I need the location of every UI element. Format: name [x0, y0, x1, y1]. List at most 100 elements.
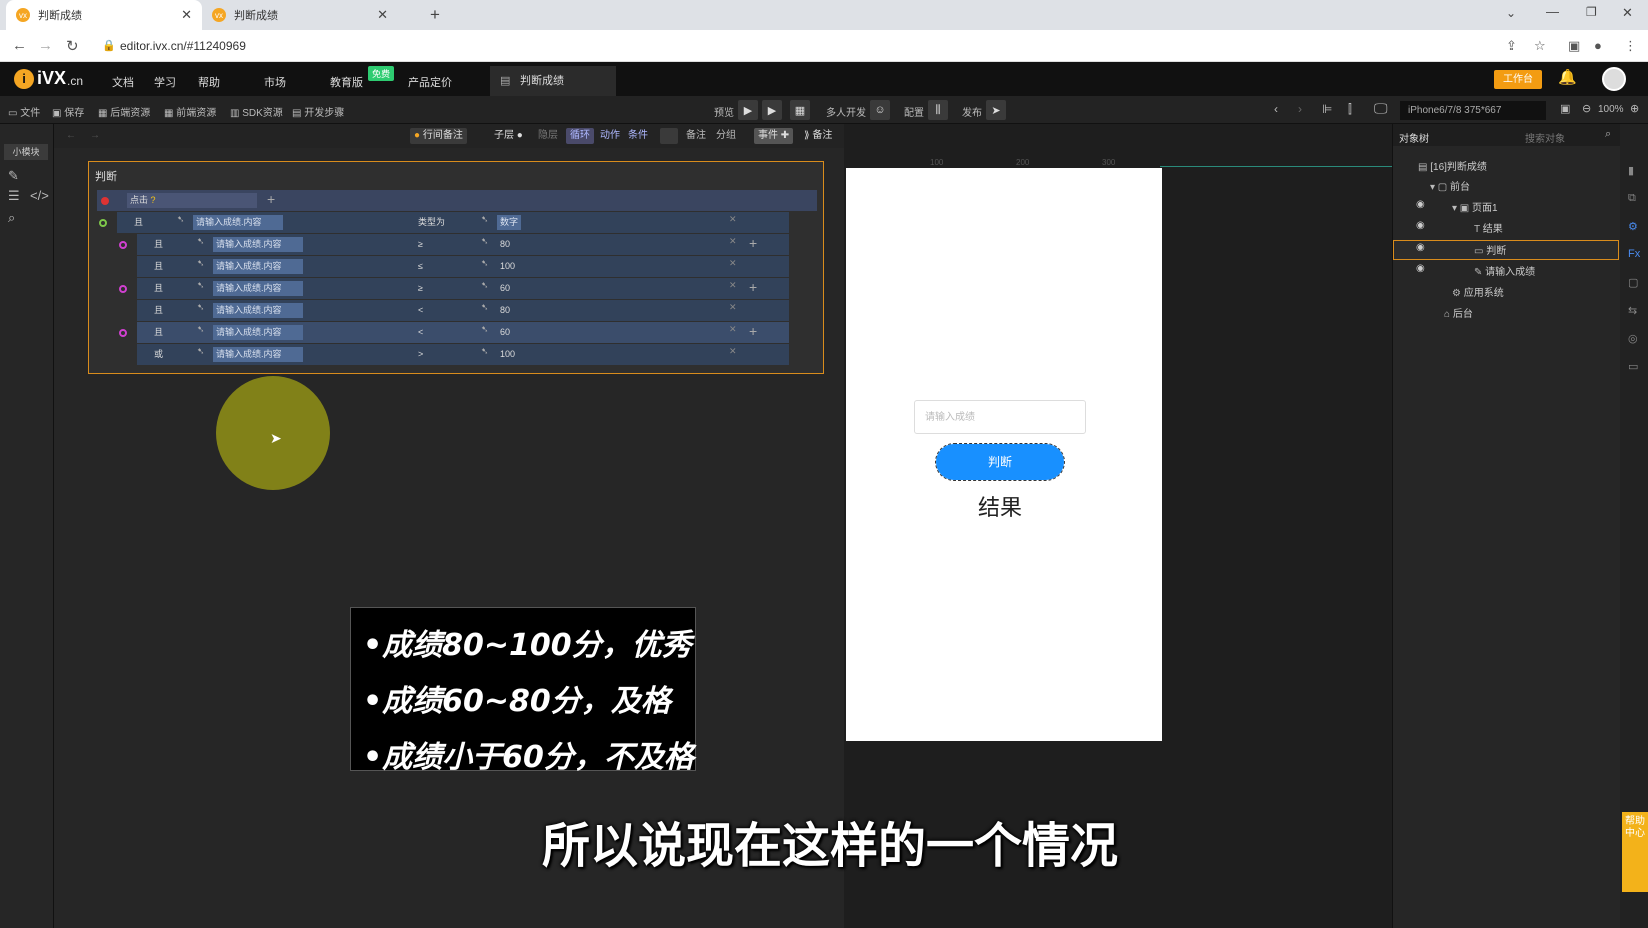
remarks-button[interactable]: ⟫ 备注	[800, 128, 836, 144]
tree-item[interactable]: ⌂ 后台	[1444, 305, 1473, 320]
pick-target-icon[interactable]: ➷	[197, 302, 205, 313]
tree-item[interactable]: T 结果	[1474, 220, 1503, 235]
conjunction-select[interactable]: 且	[131, 215, 171, 230]
minimize-icon[interactable]: —	[1546, 4, 1559, 19]
tree-item[interactable]: ▭ 判断	[1474, 242, 1506, 257]
value-field[interactable]: 80	[497, 237, 557, 252]
add-condition-icon[interactable]: +	[749, 235, 757, 251]
menu-learn[interactable]: 学习	[154, 74, 176, 90]
value-field[interactable]: 100	[497, 259, 557, 274]
edit-icon[interactable]: ✎	[8, 168, 24, 184]
operator-select[interactable]: ≥	[415, 237, 465, 252]
add-condition-icon[interactable]: +	[749, 279, 757, 295]
search-icon[interactable]: ⌕	[8, 210, 24, 226]
delete-condition-icon[interactable]: ✕	[729, 324, 737, 335]
qr-code-icon[interactable]: ▦	[790, 100, 810, 120]
browser-menu-icon[interactable]: ⋮	[1624, 38, 1637, 54]
trigger-select[interactable]: 点击 ?	[127, 193, 257, 208]
event-add-button[interactable]: 事件 ✚	[754, 128, 794, 144]
reload-icon[interactable]: ↻	[66, 37, 79, 55]
pick-value-icon[interactable]: ➷	[481, 236, 489, 247]
pick-value-icon[interactable]: ➷	[481, 324, 489, 335]
conjunction-select[interactable]: 且	[151, 237, 191, 252]
add-condition-icon[interactable]: +	[749, 323, 757, 339]
sdk-resources-button[interactable]: ▥ SDK资源	[230, 104, 283, 119]
condition-row[interactable]: 且 ➷ 请输入成绩.内容 类型为 ➷ 数字 ✕	[99, 212, 789, 233]
forward-arrow-icon[interactable]: →	[90, 130, 100, 141]
browser-tab-2[interactable]: vx 判断成绩 ✕	[202, 0, 398, 30]
pick-target-icon[interactable]: ➷	[177, 214, 185, 225]
pick-target-icon[interactable]: ➷	[197, 236, 205, 247]
conjunction-select[interactable]: 且	[151, 281, 191, 296]
note-button[interactable]: 备注	[682, 128, 710, 144]
back-icon[interactable]: ←	[12, 37, 27, 54]
condition-row[interactable]: 且 ➷ 请输入成绩.内容 ≤ ➷ 100 ✕	[137, 256, 789, 277]
tree-item[interactable]: ✎ 请输入成绩	[1474, 263, 1535, 278]
panel-icon-7[interactable]: ◎	[1628, 332, 1638, 345]
settings-sliders-icon[interactable]: ⫼	[928, 100, 948, 120]
pick-target-icon[interactable]: ➷	[197, 280, 205, 291]
frontend-resources-button[interactable]: ▦ 前端资源	[164, 104, 216, 119]
target-field[interactable]: 请输入成绩.内容	[193, 215, 283, 230]
condition-row[interactable]: 且 ➷ 请输入成绩.内容 ≥ ➷ 60 ✕ +	[119, 278, 789, 299]
close-tab-icon[interactable]: ✕	[181, 7, 192, 23]
help-center-button[interactable]: 帮助中心	[1622, 812, 1648, 892]
function-icon[interactable]: Fx	[1628, 248, 1640, 260]
tree-item[interactable]: ▾ ▣ 页面1	[1452, 199, 1498, 214]
value-field[interactable]: 60	[497, 325, 557, 340]
target-field[interactable]: 请输入成绩.内容	[213, 303, 303, 318]
pick-value-icon[interactable]: ➷	[481, 214, 489, 225]
side-panel-icon[interactable]: ▣	[1568, 38, 1580, 54]
judge-button[interactable]: 判断	[935, 443, 1065, 481]
logic-block[interactable]: 判断 点击 ? + 且 ➷ 请输入成绩.内容 类型为 ➷ 数字 ✕ 且 ➷ 请输入成绩.内容 ≥ ➷ 8…	[88, 161, 824, 374]
score-input[interactable]: 请输入成绩	[914, 400, 1086, 434]
search-icon[interactable]: ⌕	[1605, 128, 1611, 141]
loop-button[interactable]: 循环	[566, 128, 594, 144]
panel-icon-6[interactable]: ⇆	[1628, 304, 1637, 317]
backend-resources-button[interactable]: ▦ 后端资源	[98, 104, 150, 119]
bookmark-star-icon[interactable]: ☆	[1534, 38, 1546, 54]
share-icon[interactable]: ⇪	[1506, 38, 1517, 54]
operator-select[interactable]: 类型为	[415, 215, 465, 230]
panel-icon-8[interactable]: ▭	[1628, 360, 1638, 373]
delete-condition-icon[interactable]: ✕	[729, 236, 737, 247]
pick-value-icon[interactable]: ➷	[481, 302, 489, 313]
sub-layer-toggle[interactable]: 子层 ●	[490, 128, 527, 144]
fit-screen-icon[interactable]: ▣	[1560, 102, 1570, 115]
menu-market[interactable]: 市场	[264, 74, 286, 90]
back-arrow-icon[interactable]: ←	[66, 130, 76, 141]
operator-select[interactable]: <	[415, 325, 465, 340]
delete-condition-icon[interactable]: ✕	[729, 346, 737, 357]
visibility-eye-icon[interactable]: ◉	[1416, 220, 1425, 231]
send-icon[interactable]: ➤	[986, 100, 1006, 120]
mini-module-button[interactable]: 小模块	[4, 144, 48, 160]
play-debug-icon[interactable]: ▶	[762, 100, 782, 120]
visibility-eye-icon[interactable]: ◉	[1416, 263, 1425, 274]
panel-icon-1[interactable]: ▮	[1628, 164, 1634, 177]
device-selector[interactable]: iPhone6/7/8 375*667	[1400, 101, 1546, 120]
tab-search-icon[interactable]: ⌄	[1506, 6, 1516, 20]
value-field[interactable]: 数字	[497, 215, 521, 230]
delete-condition-icon[interactable]: ✕	[729, 302, 737, 313]
save-button[interactable]: ▣ 保存	[52, 104, 84, 119]
pick-value-icon[interactable]: ➷	[481, 346, 489, 357]
object-search-input[interactable]: 搜索对象	[1525, 130, 1565, 145]
panel-icon-2[interactable]: ⧉	[1628, 192, 1636, 205]
conjunction-select[interactable]: 或	[151, 347, 191, 362]
operator-select[interactable]: <	[415, 303, 465, 318]
condition-row[interactable]: 且 ➷ 请输入成绩.内容 ≥ ➷ 80 ✕ +	[119, 234, 789, 255]
target-field[interactable]: 请输入成绩.内容	[213, 259, 303, 274]
user-avatar[interactable]	[1602, 67, 1626, 91]
zoom-in-icon[interactable]: ⊕	[1630, 102, 1639, 115]
url-field[interactable]: 🔒 editor.ivx.cn/#11240969	[98, 36, 1498, 56]
pick-value-icon[interactable]: ➷	[481, 280, 489, 291]
profile-icon[interactable]: ●	[1594, 38, 1602, 53]
hide-layer-button[interactable]: 隐层	[534, 128, 562, 144]
conjunction-select[interactable]: 且	[151, 259, 191, 274]
notification-bell-icon[interactable]: 🔔	[1558, 68, 1577, 86]
event-row[interactable]: 点击 ? +	[97, 190, 817, 211]
monitor-icon[interactable]: 🖵	[1374, 100, 1388, 117]
pick-target-icon[interactable]: ➷	[197, 324, 205, 335]
condition-row[interactable]: 且 ➷ 请输入成绩.内容 < ➷ 80 ✕	[137, 300, 789, 321]
menu-docs[interactable]: 文档	[112, 74, 134, 90]
